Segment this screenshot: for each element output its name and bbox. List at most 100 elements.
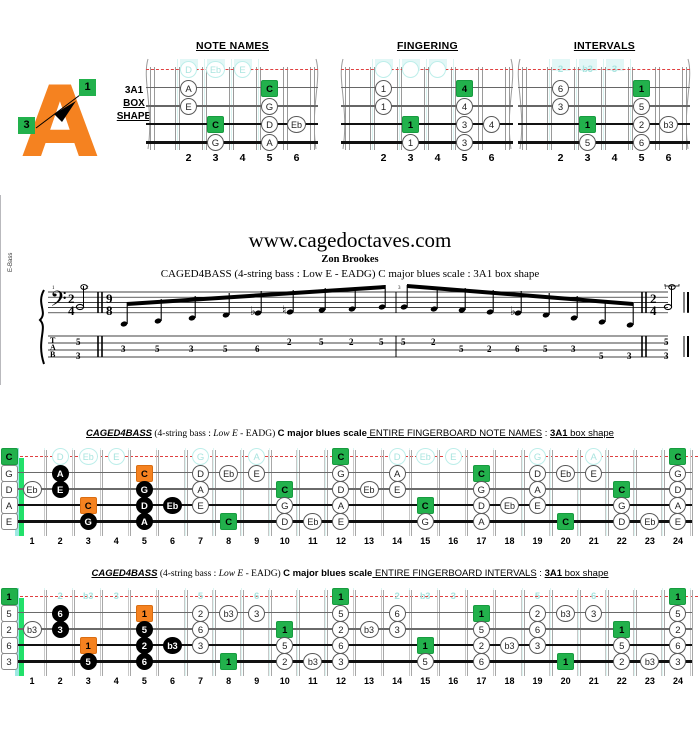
ghost-note: 3 — [611, 63, 618, 75]
fret-line — [521, 590, 522, 676]
logo-badge-finger3: 3 — [18, 117, 35, 134]
fretboard-title: CAGED4BASS (4-string bass : Low E - EADG… — [0, 428, 700, 439]
fret-note: b3 — [359, 620, 379, 638]
fret-line — [492, 590, 494, 676]
ghost-note: 2 — [557, 63, 564, 75]
fret-note: 5 — [135, 620, 153, 638]
svg-text:6: 6 — [255, 344, 260, 354]
fret-note: G — [472, 480, 490, 498]
fret-note: C — [220, 512, 238, 530]
open-string-note: D — [0, 480, 18, 498]
fret-number: 22 — [616, 676, 627, 686]
fret-line — [661, 450, 663, 536]
fret-note: E — [669, 512, 687, 530]
fret-line — [71, 590, 73, 676]
fret-note: E — [388, 480, 406, 498]
fret-line — [408, 450, 410, 536]
fret-number: 1 — [29, 676, 35, 686]
fret-note: 1 — [402, 133, 419, 151]
fret-note: Eb — [556, 464, 576, 482]
fret-note: b3 — [303, 652, 323, 670]
fret-note: G — [276, 496, 294, 514]
fret-number: 7 — [198, 536, 204, 546]
fret-line — [155, 450, 157, 536]
open-string-note: E — [0, 512, 18, 530]
fret-number: 5 — [141, 676, 147, 686]
fret-note: A — [388, 464, 406, 482]
svg-text:♮: ♮ — [282, 303, 286, 317]
fret-note: A — [669, 496, 687, 514]
fret-note: 3 — [388, 620, 406, 638]
fret-note: A — [180, 79, 197, 97]
fret-number: 2 — [557, 152, 564, 164]
box-diagram-fretboard: 2 b3 3 6 1 3 5 1 2 b3 5 6 — [512, 57, 697, 152]
fret-note: E — [248, 464, 266, 482]
fret-line — [633, 590, 635, 676]
fret-note: G — [261, 97, 278, 115]
ghost-note — [402, 60, 419, 78]
box-diagram-fret-numbers: 2 3 4 5 6 — [512, 152, 697, 168]
box-diagram-title: NOTE NAMES — [195, 40, 269, 52]
string-line — [341, 87, 513, 89]
svg-text:5: 5 — [401, 337, 406, 347]
fret-note: 2 — [332, 620, 350, 638]
fret-line — [46, 590, 48, 676]
fret-note: Eb — [22, 480, 42, 498]
fret-line — [214, 450, 216, 536]
fret-number: 19 — [532, 676, 543, 686]
svg-text:2: 2 — [487, 344, 492, 354]
ghost-note — [429, 60, 446, 78]
fret-note: C — [135, 464, 153, 482]
fret-number: 18 — [504, 676, 515, 686]
octave-note: E — [107, 447, 125, 465]
fret-line — [655, 67, 660, 150]
string-line — [146, 105, 318, 107]
octave-note: G — [529, 447, 547, 465]
fretboard-fret-numbers: 1 2 3 4 5 6 7 8 9 10 11 12 13 14 15 16 17 18 19 20 21 22 23 24 — [0, 536, 700, 550]
open-string-note: A — [0, 496, 18, 514]
fret-number: 6 — [293, 152, 300, 164]
svg-text:3: 3 — [664, 351, 669, 361]
svg-text:♭: ♭ — [510, 304, 516, 318]
notation-subtitle: CAGED4BASS (4-string bass : Low E - EADG… — [160, 268, 540, 280]
fret-line — [692, 590, 693, 676]
fret-line — [214, 590, 216, 676]
fret-note: A — [261, 133, 278, 151]
fret-note: b3 — [499, 636, 519, 654]
fret-line — [102, 590, 104, 676]
svg-text:5: 5 — [76, 337, 81, 347]
fret-line — [326, 450, 328, 536]
octave-note: 2 — [57, 590, 63, 602]
fret-note: 6 — [472, 652, 490, 670]
fret-note: G — [332, 464, 350, 482]
fret-line — [184, 450, 185, 536]
octave-note: 1 — [332, 587, 350, 605]
fret-number: 4 — [611, 152, 618, 164]
svg-text:4: 4 — [68, 303, 75, 318]
fret-number: 6 — [169, 676, 175, 686]
fret-note: 2 — [529, 604, 547, 622]
website-title: www.cagedoctaves.com — [248, 228, 452, 252]
fret-number: 17 — [476, 676, 487, 686]
fret-line — [689, 590, 691, 676]
fret-line — [577, 450, 579, 536]
string-line — [18, 660, 692, 663]
string-line — [146, 87, 318, 89]
string-line — [341, 141, 513, 144]
fret-number: 9 — [254, 536, 260, 546]
fret-note: 5 — [669, 604, 687, 622]
fret-line — [521, 450, 522, 536]
open-string-note: C — [0, 447, 18, 465]
fret-note: 1 — [633, 79, 650, 97]
fret-line — [439, 590, 441, 676]
svg-text:3: 3 — [121, 344, 126, 354]
fret-line — [242, 450, 244, 536]
fret-line — [99, 590, 101, 676]
box-diagram-fret-numbers: 2 3 4 5 6 — [140, 152, 325, 168]
fret-line — [467, 590, 469, 676]
fret-note: b3 — [162, 636, 182, 654]
fret-number: 9 — [254, 676, 260, 686]
fret-line — [411, 590, 413, 676]
fret-line — [355, 590, 356, 676]
fret-line — [633, 450, 635, 536]
